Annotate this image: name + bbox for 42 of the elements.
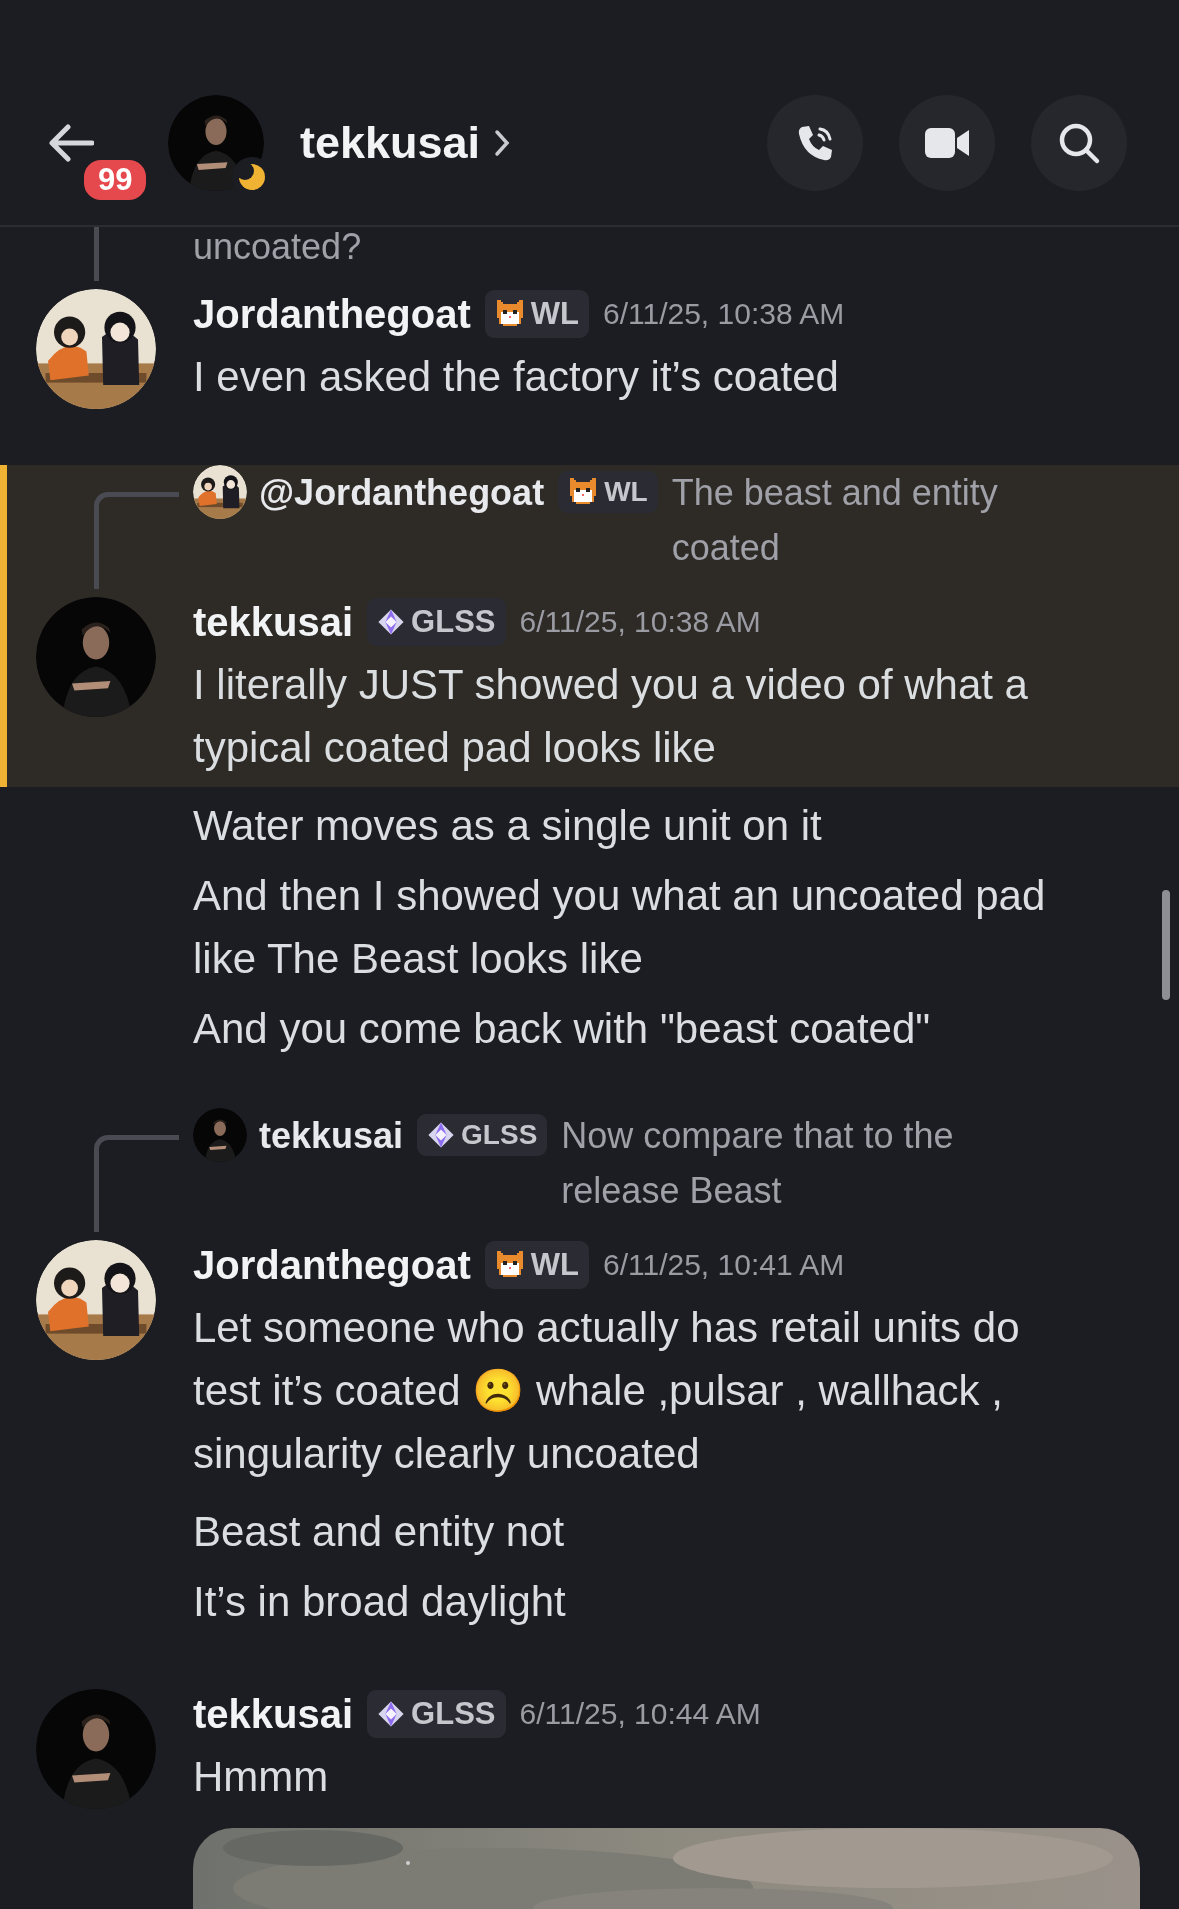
channel-title[interactable]: tekkusai	[300, 115, 481, 171]
cat-icon	[494, 300, 525, 328]
cat-icon	[568, 478, 599, 506]
message-text: Let someone who actually has retail units do test it’s coated ☹ whale ,pulsar , wallhack , singularity clearly uncoated	[193, 1303, 1021, 1479]
reply-text[interactable]: Now compare that to the release Beast	[561, 1108, 1079, 1218]
search-icon	[1057, 121, 1101, 165]
reply-author: @Jordanthegoat	[259, 471, 545, 515]
reply-avatar	[193, 1108, 247, 1162]
message-text: I even asked the factory it’s coated	[193, 352, 840, 402]
reply-author: tekkusai	[259, 1114, 404, 1158]
role-tag: GLSS	[367, 1690, 506, 1738]
message-text: Hmmm	[193, 1752, 330, 1802]
timestamp: 6/11/25, 10:38 AM	[519, 605, 761, 639]
role-tag: WL	[484, 1241, 589, 1289]
gem-icon	[427, 1121, 456, 1149]
reply-text[interactable]: The beast and entity coated	[671, 465, 1079, 575]
username[interactable]: tekkusai	[193, 1691, 354, 1737]
timestamp: 6/11/25, 10:38 AM	[603, 297, 845, 331]
gem-icon	[377, 608, 406, 636]
timestamp: 6/11/25, 10:41 AM	[603, 1248, 845, 1282]
role-tag: GLSS	[417, 1114, 548, 1156]
message-text: Beast and entity not	[193, 1507, 566, 1557]
back-arrow-icon[interactable]	[48, 124, 94, 162]
username[interactable]: Jordanthegoat	[193, 1242, 471, 1288]
reply-text[interactable]: uncoated?	[193, 227, 1079, 267]
cat-icon	[494, 1251, 525, 1279]
scrollbar[interactable]	[1162, 890, 1170, 1000]
username[interactable]: tekkusai	[193, 599, 354, 645]
role-tag: WL	[484, 290, 589, 338]
chevron-icon[interactable]	[494, 129, 511, 157]
message-text: I literally JUST showed you a video of what a typical coated pad looks like	[193, 660, 1029, 773]
message-text: And you come back with "beast coated"	[193, 1004, 932, 1054]
username[interactable]: Jordanthegoat	[193, 291, 471, 337]
video-camera-icon	[924, 126, 970, 160]
gem-icon	[377, 1700, 406, 1728]
reply-avatar	[193, 465, 247, 519]
role-tag: WL	[558, 471, 658, 513]
timestamp: 6/11/25, 10:44 AM	[519, 1697, 761, 1731]
message-text: It’s in broad daylight	[193, 1577, 567, 1627]
message-text: Water moves as a single unit on it	[193, 801, 823, 851]
role-tag: GLSS	[367, 598, 506, 646]
message-text: And then I showed you what an uncoated pad like The Beast looks like	[193, 871, 1047, 984]
